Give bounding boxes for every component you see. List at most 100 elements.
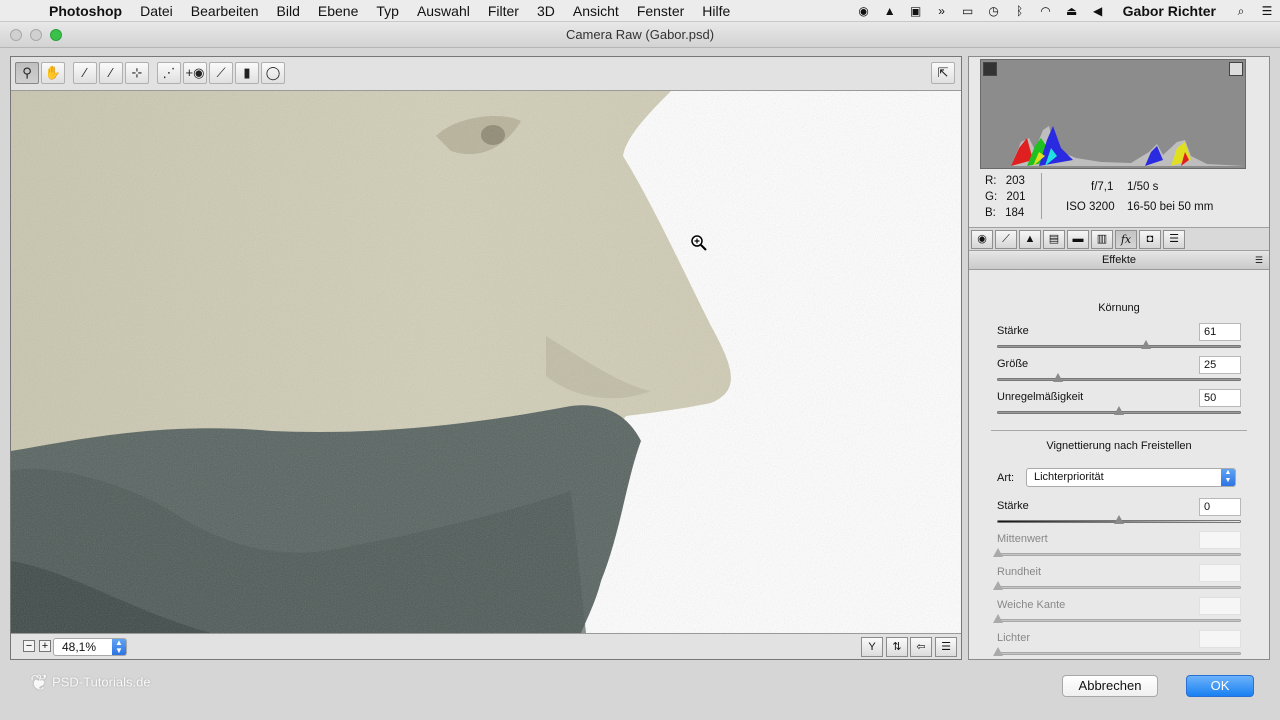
tab-effects-icon[interactable]: fx bbox=[1115, 230, 1137, 249]
aperture-value: f/7,1 bbox=[1091, 181, 1114, 193]
targeted-adjustment-tool-icon[interactable]: ⊹ bbox=[125, 62, 149, 84]
grain-amount-track[interactable] bbox=[997, 345, 1241, 348]
vignette-style-select[interactable]: Lichterpriorität ▲ ▼ bbox=[1026, 468, 1236, 487]
tool-bar: ⚲ ✋ ⁄ ⁄ ⊹ ⋰ +◉ ⟋ ▮ ◯ ⇱ bbox=[11, 57, 961, 91]
menu-typ[interactable]: Typ bbox=[367, 3, 408, 19]
vignette-section-title: Vignettierung nach Freistellen bbox=[1046, 440, 1192, 452]
grain-amount-thumb[interactable] bbox=[1140, 340, 1151, 349]
grain-roughness-slider[interactable]: Unregelmäßigkeit 50 bbox=[997, 389, 1241, 421]
vignette-feather-thumb bbox=[993, 614, 1003, 623]
readout-divider bbox=[1041, 173, 1042, 219]
panel-menu-icon[interactable]: ☰ bbox=[1255, 252, 1263, 269]
preview-settings-icon[interactable]: ☰ bbox=[935, 637, 957, 657]
spotlight-search-icon[interactable]: ⌕ bbox=[1228, 4, 1254, 19]
zoom-level-value: 48,1% bbox=[62, 640, 97, 654]
menu-fenster[interactable]: Fenster bbox=[628, 3, 693, 19]
zoom-out-button[interactable]: − bbox=[23, 640, 35, 652]
cancel-button[interactable]: Abbrechen bbox=[1062, 675, 1158, 697]
preview-status-bar: − + 48,1% ▲ ▼ Y ⇅ ⇦ ☰ bbox=[11, 633, 961, 659]
image-canvas[interactable] bbox=[11, 91, 961, 633]
before-after-toggle-icon[interactable]: Y bbox=[861, 637, 883, 657]
copy-settings-icon[interactable]: ⇦ bbox=[910, 637, 932, 657]
tab-tone-curve-icon[interactable]: ⟋ bbox=[995, 230, 1017, 249]
vignette-style-stepper-icon[interactable]: ▲ ▼ bbox=[1221, 469, 1235, 486]
hand-tool-icon[interactable]: ✋ bbox=[41, 62, 65, 84]
swap-before-after-icon[interactable]: ⇅ bbox=[886, 637, 908, 657]
tab-basic-icon[interactable]: ◉ bbox=[971, 230, 993, 249]
lens-value: 16-50 bei 50 mm bbox=[1127, 201, 1214, 213]
shutter-value: 1/50 s bbox=[1127, 181, 1159, 193]
menubar: Photoshop Datei Bearbeiten Bild Ebene Ty… bbox=[0, 0, 1280, 22]
bluetooth-icon[interactable]: ᛒ bbox=[1007, 4, 1033, 18]
spot-removal-tool-icon[interactable]: ⋰ bbox=[157, 62, 181, 84]
volume-icon[interactable]: ◀ bbox=[1085, 4, 1111, 18]
menu-ebene[interactable]: Ebene bbox=[309, 3, 367, 19]
iso-value: ISO 3200 bbox=[1066, 201, 1115, 213]
highlight-clipping-warning-icon[interactable] bbox=[1229, 62, 1243, 76]
vignette-midpoint-track bbox=[997, 553, 1241, 556]
vignette-midpoint-slider: Mittenwert bbox=[993, 531, 1241, 563]
menu-bild[interactable]: Bild bbox=[268, 3, 309, 19]
vignette-style-row: Art: Lichterpriorität ▲ ▼ bbox=[997, 468, 1241, 488]
user-name[interactable]: Gabor Richter bbox=[1111, 3, 1228, 19]
adjustment-brush-icon[interactable]: ⟋ bbox=[209, 62, 233, 84]
menu-app-photoshop[interactable]: Photoshop bbox=[40, 3, 131, 19]
menu-3d[interactable]: 3D bbox=[528, 3, 564, 19]
white-balance-tool-icon[interactable]: ⁄ bbox=[73, 62, 97, 84]
grain-size-value[interactable]: 25 bbox=[1199, 356, 1241, 374]
vignette-amount-thumb[interactable] bbox=[1114, 515, 1124, 524]
ok-button[interactable]: OK bbox=[1186, 675, 1254, 697]
shadow-clipping-warning-icon[interactable] bbox=[983, 62, 997, 76]
creative-cloud-icon[interactable]: ◉ bbox=[851, 4, 877, 18]
menu-ansicht[interactable]: Ansicht bbox=[564, 3, 628, 19]
open-in-fullscreen-icon[interactable]: ⇱ bbox=[931, 62, 955, 84]
zoom-stepper-icon[interactable]: ▲ ▼ bbox=[112, 639, 126, 655]
vignette-amount-value[interactable]: 0 bbox=[1199, 498, 1241, 516]
r-label: R: bbox=[985, 175, 997, 187]
menu-hilfe[interactable]: Hilfe bbox=[693, 3, 739, 19]
r-value: 203 bbox=[1005, 175, 1025, 187]
screen-capture-icon[interactable]: ▣ bbox=[903, 4, 929, 18]
grain-amount-value[interactable]: 61 bbox=[1199, 323, 1241, 341]
tab-detail-icon[interactable]: ▲ bbox=[1019, 230, 1041, 249]
grain-roughness-value[interactable]: 50 bbox=[1199, 389, 1241, 407]
zoom-in-button[interactable]: + bbox=[39, 640, 51, 652]
vignette-highlights-label: Lichter bbox=[997, 632, 1031, 644]
b-label: B: bbox=[985, 207, 996, 219]
grain-roughness-label: Unregelmäßigkeit bbox=[997, 391, 1084, 403]
menu-auswahl[interactable]: Auswahl bbox=[408, 3, 479, 19]
radial-filter-icon[interactable]: ◯ bbox=[261, 62, 285, 84]
grain-size-label: Größe bbox=[997, 358, 1029, 370]
grain-size-thumb[interactable] bbox=[1053, 373, 1063, 382]
grain-roughness-thumb[interactable] bbox=[1114, 406, 1124, 415]
tab-presets-icon[interactable]: ☰ bbox=[1163, 230, 1185, 249]
wifi-icon[interactable]: ◠ bbox=[1033, 4, 1059, 18]
tab-camera-calibration-icon[interactable]: ◘ bbox=[1139, 230, 1161, 249]
face-profile-image bbox=[11, 91, 961, 633]
color-sampler-tool-icon[interactable]: ⁄ bbox=[99, 62, 123, 84]
menu-filter[interactable]: Filter bbox=[479, 3, 528, 19]
eject-icon[interactable]: ⏏ bbox=[1059, 4, 1085, 18]
tab-split-toning-icon[interactable]: ▬ bbox=[1067, 230, 1089, 249]
grain-size-track[interactable] bbox=[997, 378, 1241, 381]
notification-center-icon[interactable]: ☰ bbox=[1254, 4, 1280, 18]
menu-datei[interactable]: Datei bbox=[131, 3, 182, 19]
vignette-midpoint-thumb bbox=[993, 548, 1003, 557]
graduated-filter-icon[interactable]: ▮ bbox=[235, 62, 259, 84]
hat-icon[interactable]: ▲ bbox=[877, 4, 903, 18]
panel-title-bar: Effekte ☰ bbox=[969, 252, 1269, 270]
zoom-level-select[interactable]: 48,1% ▲ ▼ bbox=[53, 638, 127, 656]
zoom-tool-icon[interactable]: ⚲ bbox=[15, 62, 39, 84]
tab-lens-corrections-icon[interactable]: ▥ bbox=[1091, 230, 1113, 249]
fast-forward-icon[interactable]: » bbox=[929, 4, 955, 18]
menu-bearbeiten[interactable]: Bearbeiten bbox=[182, 3, 268, 19]
grain-amount-slider[interactable]: Stärke 61 bbox=[997, 323, 1241, 355]
red-eye-tool-icon[interactable]: +◉ bbox=[183, 62, 207, 84]
vignette-amount-slider[interactable]: Stärke 0 bbox=[997, 498, 1241, 530]
panel-title: Effekte bbox=[1101, 254, 1137, 266]
g-label: G: bbox=[985, 191, 998, 203]
airplay-icon[interactable]: ▭ bbox=[955, 4, 981, 18]
time-machine-icon[interactable]: ◷ bbox=[981, 4, 1007, 18]
tab-hsl-icon[interactable]: ▤ bbox=[1043, 230, 1065, 249]
grain-size-slider[interactable]: Größe 25 bbox=[997, 356, 1241, 388]
